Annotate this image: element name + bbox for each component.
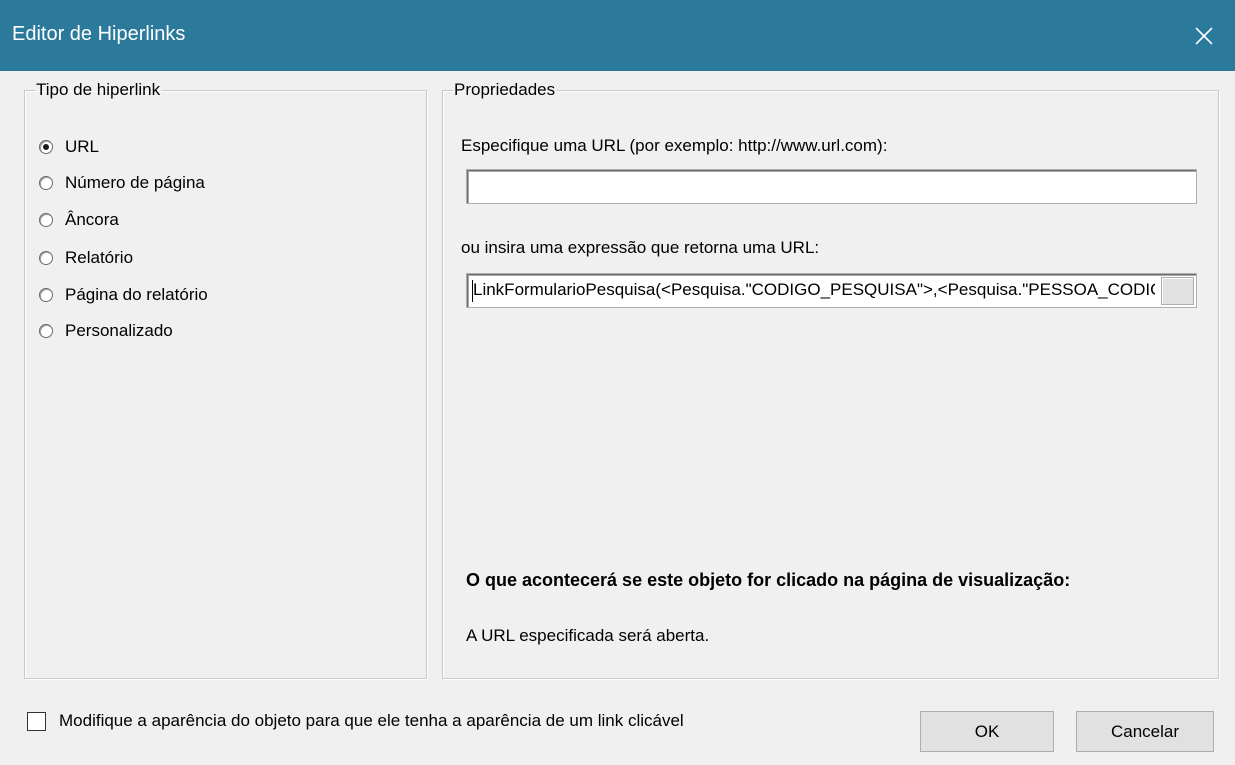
radio-report[interactable]: Relatório — [39, 247, 133, 269]
url-input[interactable] — [466, 169, 1197, 204]
radio-label: Personalizado — [65, 321, 173, 340]
radio-label: Âncora — [65, 210, 119, 229]
properties-group: Propriedades Especifique uma URL (por ex… — [442, 81, 1219, 679]
expression-input[interactable]: LinkFormularioPesquisa(<Pesquisa."CODIGO… — [466, 273, 1197, 308]
expression-text: LinkFormularioPesquisa(<Pesquisa."CODIGO… — [473, 280, 1155, 299]
radio-label: Número de página — [65, 173, 205, 192]
radio-circle[interactable] — [39, 213, 53, 227]
info-heading: O que acontecerá se este objeto for clic… — [466, 570, 1071, 590]
radio-url[interactable]: URL — [39, 136, 99, 158]
window-title: Editor de Hiperlinks — [12, 23, 186, 45]
radio-circle[interactable] — [39, 251, 53, 265]
url-label: Especifique uma URL (por exemplo: http:/… — [461, 136, 888, 155]
radio-circle[interactable] — [39, 176, 53, 190]
radio-report-page[interactable]: Página do relatório — [39, 284, 208, 306]
radio-circle[interactable] — [39, 140, 53, 154]
hyperlink-type-legend: Tipo de hiperlink — [36, 80, 161, 99]
link-appearance-checkbox[interactable]: Modifique a aparência do objeto para que… — [27, 711, 684, 731]
title-bar: Editor de Hiperlinks — [0, 0, 1235, 71]
hyperlink-type-group: Tipo de hiperlink URL Número de página Â… — [24, 81, 427, 679]
ok-button[interactable]: OK — [920, 711, 1054, 752]
close-icon — [1195, 26, 1213, 45]
expression-label: ou insira uma expressão que retorna uma … — [461, 238, 820, 257]
properties-legend: Propriedades — [454, 80, 556, 99]
cancel-button[interactable]: Cancelar — [1076, 711, 1214, 752]
radio-label: Página do relatório — [65, 285, 208, 304]
radio-circle[interactable] — [39, 324, 53, 338]
radio-label: Relatório — [65, 248, 134, 267]
radio-label: URL — [65, 137, 100, 156]
expression-editor-button[interactable] — [1161, 277, 1194, 305]
radio-anchor[interactable]: Âncora — [39, 209, 119, 231]
radio-page-number[interactable]: Número de página — [39, 172, 205, 194]
radio-circle[interactable] — [39, 288, 53, 302]
checkbox-label: Modifique a aparência do objeto para que… — [59, 711, 684, 730]
radio-custom[interactable]: Personalizado — [39, 320, 173, 342]
info-text: A URL especificada será aberta. — [466, 626, 710, 645]
radio-selected-dot — [43, 144, 49, 150]
close-button[interactable] — [1173, 0, 1235, 71]
checkbox-box[interactable] — [27, 711, 46, 731]
